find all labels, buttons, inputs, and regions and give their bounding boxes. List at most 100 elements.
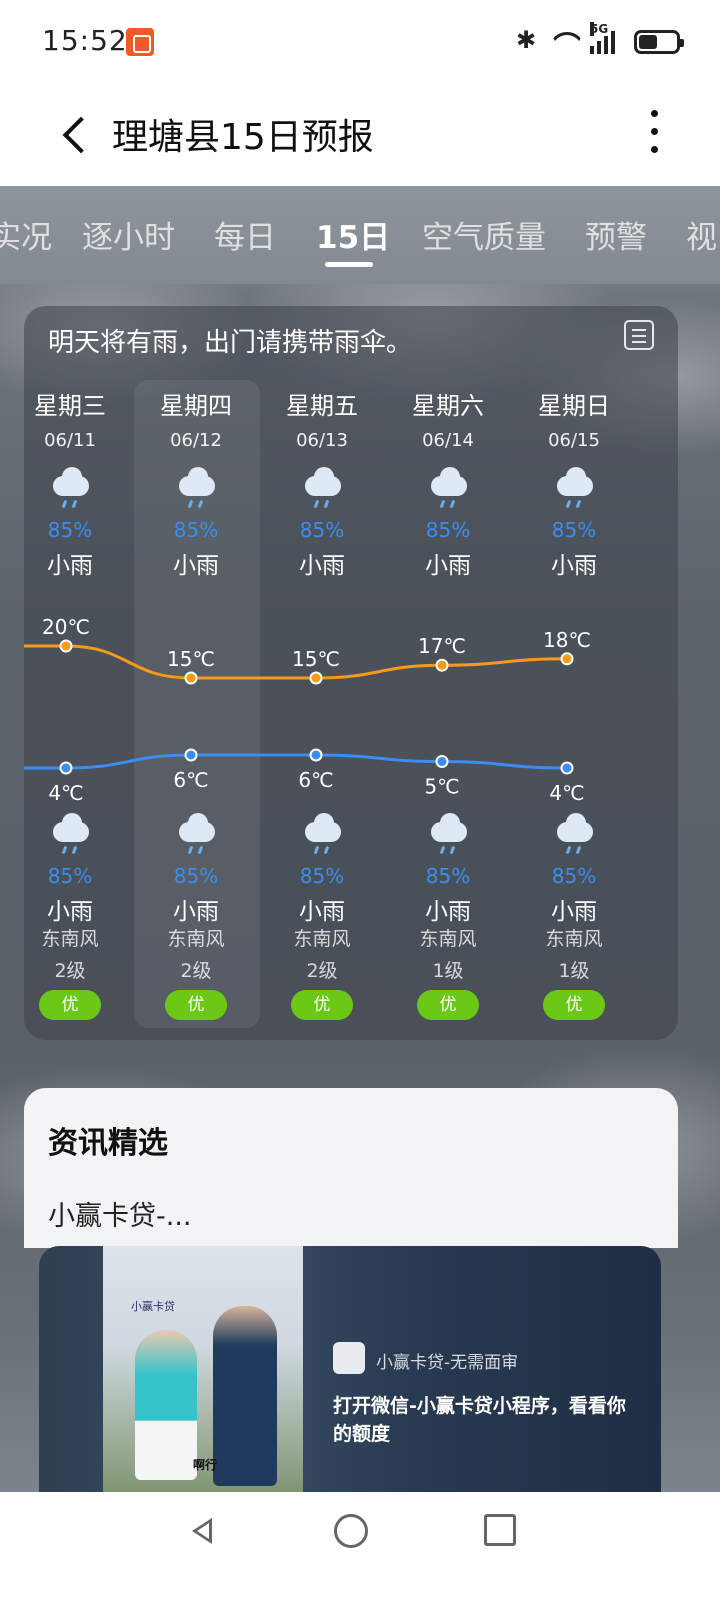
light-rain-icon xyxy=(555,813,595,860)
app-notification-icon xyxy=(126,28,154,56)
day-name: 星期日 xyxy=(538,392,610,420)
light-rain-icon xyxy=(51,813,91,860)
day-name: 星期四 xyxy=(160,392,232,420)
low-temp-point xyxy=(560,761,574,775)
day-precip-probability: 85% xyxy=(299,518,345,542)
news-item-title[interactable]: 小赢卡贷-... xyxy=(48,1194,192,1233)
tab-15-day[interactable]: 15日 xyxy=(316,212,390,257)
tab-daily[interactable]: 每日 xyxy=(214,212,276,257)
aqi-badge: 优 xyxy=(165,990,227,1020)
light-rain-icon xyxy=(177,813,217,860)
night-condition: 小雨 xyxy=(47,899,93,925)
ad-brand-name: 小赢卡贷-无需面审 xyxy=(376,1353,519,1373)
signal-5g-icon: 5G xyxy=(590,22,624,54)
nav-recents-icon[interactable] xyxy=(484,1514,516,1546)
day-date: 06/14 xyxy=(422,430,474,451)
high-temp-point xyxy=(560,652,574,666)
light-rain-icon xyxy=(555,467,595,514)
tab-hourly[interactable]: 逐小时 xyxy=(82,212,175,257)
battery-icon xyxy=(634,30,684,54)
wind-level: 2级 xyxy=(180,960,212,982)
wind-direction: 东南风 xyxy=(293,928,351,950)
day-name: 星期五 xyxy=(286,392,358,420)
high-temp-label: 15℃ xyxy=(292,647,340,671)
status-icons: 5G xyxy=(514,22,684,58)
app-header: 理塘县15日预报 xyxy=(0,84,720,186)
news-section-title: 资讯精选 xyxy=(48,1126,168,1161)
high-temp-line xyxy=(24,644,568,680)
day-condition: 小雨 xyxy=(551,553,597,579)
ad-person-man xyxy=(213,1306,277,1486)
nav-back-icon[interactable] xyxy=(186,1514,220,1548)
tab-warning[interactable]: 预警 xyxy=(585,212,647,257)
forecast-tip: 明天将有雨，出门请携带雨伞。 xyxy=(48,328,413,358)
night-precip-probability: 85% xyxy=(173,864,219,888)
day-condition: 小雨 xyxy=(425,553,471,579)
night-precip-probability: 85% xyxy=(551,864,597,888)
low-temp-label: 6℃ xyxy=(298,768,333,792)
high-temp-label: 18℃ xyxy=(543,628,591,652)
tab-video[interactable]: 视 xyxy=(686,212,717,257)
tab-realtime[interactable]: 实况 xyxy=(0,212,52,257)
status-time: 15:52 xyxy=(42,24,128,57)
ad-photo-caption: 啊行 xyxy=(193,1458,218,1472)
light-rain-icon xyxy=(429,813,469,860)
bluetooth-icon xyxy=(514,26,538,54)
wifi-icon xyxy=(548,30,580,54)
news-section: 资讯精选 小赢卡贷-... xyxy=(24,1088,678,1248)
low-temp-point xyxy=(59,761,73,775)
wind-level: 2级 xyxy=(54,960,86,982)
day-precip-probability: 85% xyxy=(47,518,93,542)
aqi-badge: 优 xyxy=(417,990,479,1020)
day-condition: 小雨 xyxy=(299,553,345,579)
ad-photo-watermark: 小赢卡贷 xyxy=(131,1300,175,1313)
ad-person-woman xyxy=(135,1330,197,1480)
wind-direction: 东南风 xyxy=(545,928,603,950)
day-date: 06/15 xyxy=(548,430,600,451)
wind-level: 1级 xyxy=(432,960,464,982)
tab-air-quality[interactable]: 空气质量 xyxy=(422,212,546,257)
day-precip-probability: 85% xyxy=(173,518,219,542)
day-condition: 小雨 xyxy=(47,553,93,579)
high-temp-label: 17℃ xyxy=(418,634,466,658)
list-view-icon[interactable] xyxy=(624,320,654,350)
wind-direction: 东南风 xyxy=(41,928,99,950)
night-condition: 小雨 xyxy=(299,899,345,925)
high-temp-label: 20℃ xyxy=(42,615,90,639)
low-temp-point xyxy=(309,748,323,762)
more-options-icon[interactable] xyxy=(648,110,660,156)
status-bar: 15:52 5G xyxy=(0,0,720,84)
back-arrow-icon[interactable] xyxy=(58,116,92,150)
system-nav-bar xyxy=(0,1492,720,1610)
ad-description: 打开微信-小赢卡贷小程序，看看你的额度 xyxy=(333,1395,626,1445)
low-temp-label: 4℃ xyxy=(48,781,83,805)
light-rain-icon xyxy=(303,813,343,860)
ad-photo: 小赢卡贷 啊行 xyxy=(103,1246,303,1496)
light-rain-icon xyxy=(51,467,91,514)
wind-direction: 东南风 xyxy=(419,928,477,950)
night-precip-probability: 85% xyxy=(425,864,471,888)
day-date: 06/12 xyxy=(170,430,222,451)
day-condition: 小雨 xyxy=(173,553,219,579)
day-name: 星期六 xyxy=(412,392,484,420)
page-title: 理塘县15日预报 xyxy=(112,117,374,158)
active-tab-indicator xyxy=(325,262,373,267)
low-temp-label: 4℃ xyxy=(549,781,584,805)
day-date: 06/11 xyxy=(44,430,96,451)
nav-home-icon[interactable] xyxy=(334,1514,368,1548)
high-temp-point xyxy=(435,658,449,672)
light-rain-icon xyxy=(303,467,343,514)
low-temp-point xyxy=(435,755,449,768)
night-condition: 小雨 xyxy=(425,899,471,925)
aqi-badge: 优 xyxy=(291,990,353,1020)
ad-banner[interactable]: 小赢卡贷 啊行 小赢卡贷-无需面审 打开微信-小赢卡贷小程序，看看你的额度 xyxy=(39,1246,661,1516)
forecast-card: 明天将有雨，出门请携带雨伞。 星期三 06/11 85% 小雨 85% 小雨东南风 2级优 星… xyxy=(24,306,678,1040)
wind-level: 1级 xyxy=(558,960,590,982)
low-temp-label: 5℃ xyxy=(424,775,459,799)
low-temp-line xyxy=(24,753,568,770)
day-date: 06/13 xyxy=(296,430,348,451)
night-precip-probability: 85% xyxy=(47,864,93,888)
night-precip-probability: 85% xyxy=(299,864,345,888)
day-name: 星期三 xyxy=(34,392,106,420)
aqi-badge: 优 xyxy=(39,990,101,1020)
